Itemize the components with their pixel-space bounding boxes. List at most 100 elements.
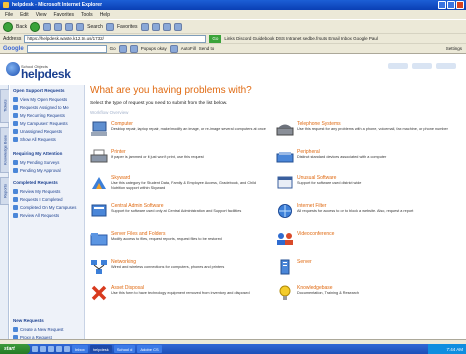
send-to-button[interactable]: Send to (199, 46, 215, 51)
minimize-icon[interactable] (438, 1, 446, 9)
tab-tickets[interactable]: Tickets (0, 89, 9, 123)
google-pagerank-icon[interactable] (129, 44, 138, 53)
helpdesk-logo[interactable]: School Objects helpdesk (6, 59, 116, 81)
sidebar-item-review-my[interactable]: Review My Requests (13, 187, 81, 195)
list-icon (13, 104, 18, 110)
menu-help[interactable]: Help (100, 12, 110, 18)
category-telephone[interactable]: Telephone Systems Use this request for a… (276, 121, 456, 143)
category-skyward[interactable]: Skyward Use this category for Student Da… (90, 175, 270, 197)
menu-tools[interactable]: Tools (81, 12, 93, 18)
logo-globe-icon (6, 62, 20, 76)
taskbar-item-school[interactable]: School d (113, 345, 136, 353)
category-server[interactable]: Server (276, 259, 456, 281)
sidebar-item-my-open-requests[interactable]: View My Open Requests (13, 95, 81, 103)
category-computer[interactable]: Computer Desktop repair, laptop repair, … (90, 121, 270, 143)
start-button[interactable]: start (0, 344, 30, 354)
close-icon[interactable] (456, 1, 464, 9)
popup-blocker[interactable]: Popups okay (141, 46, 167, 51)
favorites-label[interactable]: Favorites (117, 24, 138, 30)
links-bar[interactable]: Links Discord Guidebook DSS Intranet sed… (224, 36, 378, 41)
stop-icon[interactable] (43, 22, 52, 31)
taskbar-item-inbox[interactable]: Inbox (72, 345, 88, 353)
sidebar-item-unassigned[interactable]: Unassigned Requests (13, 127, 81, 135)
back-icon[interactable] (3, 21, 13, 32)
survey-icon (13, 159, 18, 165)
ie-icon (3, 2, 9, 8)
category-printer[interactable]: Printer If paper is jammed or it just wo… (90, 149, 270, 171)
workflow-overview-link[interactable]: Workflow Overview (90, 110, 128, 115)
list-icon (13, 120, 18, 126)
edit-icon[interactable] (173, 22, 182, 31)
category-unusual-software[interactable]: Unusual Software Support for software us… (276, 175, 456, 197)
header-link-3[interactable] (436, 63, 456, 69)
back-label[interactable]: Back (16, 24, 27, 30)
sidebar-item-completed-by-me[interactable]: Requests I Completed (13, 195, 81, 203)
printer-icon (90, 149, 108, 163)
refresh-icon[interactable] (54, 22, 63, 31)
sidebar-item-pending-approval[interactable]: Pending My Approval (13, 166, 81, 174)
go-button[interactable]: Go (209, 34, 222, 43)
google-search-input[interactable] (26, 44, 107, 53)
quicklaunch-outlook-icon[interactable] (48, 346, 54, 352)
address-input[interactable]: https://helpdesk.waste.k12.tn.us/1732/ (24, 34, 207, 43)
category-server-files[interactable]: Server Files and Folders Modify access t… (90, 231, 270, 253)
menu-file[interactable]: File (5, 12, 13, 18)
menu-favorites[interactable]: Favorites (53, 12, 74, 18)
settings-button[interactable]: Settings (446, 46, 466, 51)
sidebar-item-assigned-to-me[interactable]: Requests Assigned to Me (13, 103, 81, 111)
sidebar: Open Support Requests View My Open Reque… (10, 85, 85, 349)
category-asset-disposal[interactable]: Asset Disposal Use this form to have tec… (90, 285, 270, 307)
sidebar-item-create-request[interactable]: Create a New Request (13, 325, 82, 333)
header-link-2[interactable] (412, 63, 432, 69)
tab-reports[interactable]: Reports (0, 177, 9, 205)
category-desc: Support for software used district wide (297, 181, 362, 185)
sidebar-item-show-all[interactable]: Show All Requests (13, 135, 81, 143)
tab-knowledge-base[interactable]: Knowledge Base (0, 127, 9, 173)
autofill-button[interactable]: AutoFill (181, 46, 196, 51)
history-icon[interactable] (140, 22, 149, 31)
system-tray-clock[interactable]: 7:44 AM (428, 344, 466, 354)
logo-text: helpdesk (21, 67, 71, 81)
sidebar-item-campuses[interactable]: My Campuses' Requests (13, 119, 81, 127)
mail-icon[interactable] (151, 22, 160, 31)
quicklaunch-excel-icon[interactable] (64, 346, 70, 352)
skyward-icon (92, 177, 106, 189)
sidebar-item-label: Requests Assigned to Me (20, 104, 69, 110)
quicklaunch-word-icon[interactable] (56, 346, 62, 352)
menu-edit[interactable]: Edit (20, 12, 29, 18)
category-peripheral[interactable]: Peripheral Distinct standard devices ass… (276, 149, 456, 171)
category-videoconference[interactable]: Videoconference (276, 231, 456, 253)
maximize-icon[interactable] (447, 1, 455, 9)
spellcheck-icon[interactable] (169, 44, 178, 53)
taskbar-item-adobe[interactable]: Adobe CS (137, 345, 162, 353)
home-icon[interactable] (65, 22, 74, 31)
forward-icon[interactable] (30, 21, 41, 32)
google-logo: Google (3, 45, 24, 52)
section-heading: Completed Requests (13, 180, 58, 185)
sidebar-item-recurring[interactable]: My Recurring Requests (13, 111, 81, 119)
header-link-1[interactable] (388, 63, 408, 69)
computer-icon (91, 121, 107, 136)
category-networking[interactable]: Networking Wired and wireless connection… (90, 259, 270, 281)
quicklaunch-desktop-icon[interactable] (40, 346, 46, 352)
category-knowledgebase[interactable]: Knowledgebase Documentation, Training & … (276, 285, 456, 307)
google-go-button[interactable]: Go (110, 46, 116, 51)
approval-icon (13, 167, 18, 173)
list-icon (13, 128, 18, 134)
taskbar-item-helpdesk[interactable]: helpdesk (89, 345, 112, 353)
print-icon[interactable] (162, 22, 171, 31)
list-icon (13, 136, 18, 142)
menu-view[interactable]: View (36, 12, 47, 18)
favorites-icon[interactable] (105, 22, 114, 31)
search-icon[interactable] (76, 22, 85, 31)
quicklaunch-ie-icon[interactable] (32, 346, 38, 352)
sidebar-item-review-all[interactable]: Review All Requests (13, 211, 81, 219)
telephone-icon (276, 124, 294, 136)
category-internet-filter[interactable]: Internet Filter All requests for access … (276, 203, 456, 225)
sidebar-item-pending-surveys[interactable]: My Pending Surveys (13, 158, 81, 166)
search-label[interactable]: Search (87, 24, 103, 30)
sidebar-item-completed-campuses[interactable]: Completed On My Campuses (13, 203, 81, 211)
add-icon (13, 326, 18, 332)
category-central-admin-software[interactable]: Central Admin Software Support for softw… (90, 203, 270, 225)
google-news-icon[interactable] (118, 44, 127, 53)
